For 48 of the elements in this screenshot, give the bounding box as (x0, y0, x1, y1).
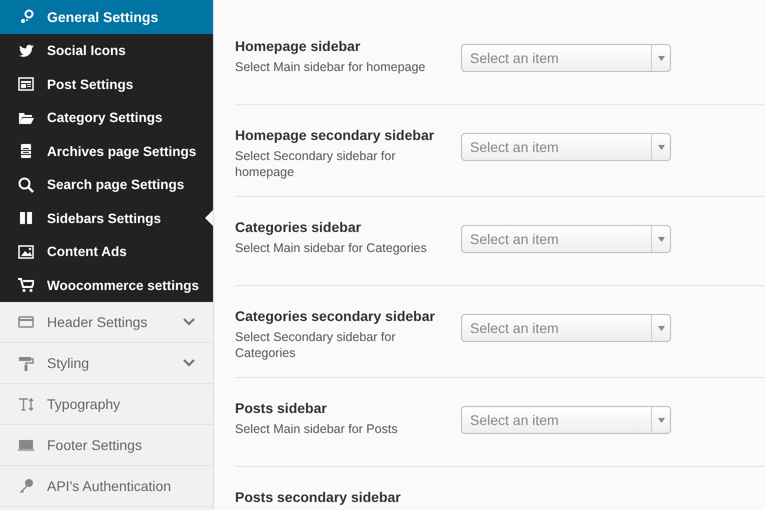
image-icon (18, 244, 34, 260)
menu-item[interactable]: Footer Settings (0, 425, 213, 466)
submenu-item[interactable]: Archives page Settings (0, 134, 213, 168)
setting-description: Select Main sidebar for Categories (235, 240, 428, 256)
select-dropdown[interactable]: Select an item (461, 406, 671, 434)
setting-description: Select Main sidebar for homepage (235, 59, 426, 75)
select-dropdown[interactable]: Select an item (461, 225, 671, 253)
submenu-item[interactable]: Category Settings (0, 101, 213, 134)
chevron-down-icon[interactable] (183, 359, 195, 367)
submenu-item[interactable]: Post Settings (0, 68, 213, 101)
select-dropdown[interactable]: Select an item (461, 314, 671, 342)
menu-item[interactable]: Typography (0, 384, 213, 425)
submenu-item[interactable]: Social Icons (0, 34, 213, 68)
paint-roller-icon (18, 355, 34, 371)
setting-description: Select Secondary sidebar for Categories (235, 329, 397, 361)
dropdown-arrow-icon (658, 236, 664, 242)
chevron-down-icon[interactable] (183, 318, 195, 326)
dropdown-arrow-icon (658, 144, 664, 150)
select-dropdown[interactable]: Select an item (461, 44, 671, 72)
menu-item[interactable]: Styling (0, 343, 213, 384)
setting-title: Posts sidebar (235, 400, 328, 416)
select-dropdown[interactable]: Select an item (461, 133, 671, 161)
columns-icon (18, 210, 34, 226)
menu-item[interactable]: API's Authentication (0, 466, 213, 507)
submenu-item[interactable]: Woocommerce settings (0, 268, 213, 302)
setting-title: Homepage sidebar (235, 38, 362, 54)
submenu-item[interactable]: Sidebars Settings (0, 202, 213, 235)
menu-item[interactable]: General Settings (0, 0, 213, 34)
text-size-icon (18, 396, 34, 412)
setting-description: Select Secondary sidebar for homepage (235, 148, 397, 180)
setting-title: Categories secondary sidebar (235, 308, 436, 324)
menu-item[interactable]: Header Settings (0, 302, 213, 343)
dropdown-arrow-icon (658, 326, 664, 330)
setting-title: Posts secondary sidebar (235, 489, 402, 505)
setting-title: Homepage secondary sidebar (235, 127, 436, 143)
setting-title: Categories sidebar (235, 219, 362, 235)
header-icon (18, 314, 34, 330)
setting-description: Select Main sidebar for Posts (235, 421, 399, 437)
search-icon (18, 176, 34, 193)
dropdown-arrow-icon (658, 56, 664, 60)
key-icon (18, 478, 34, 494)
bird-icon (18, 42, 34, 59)
newspaper-icon (18, 76, 34, 92)
submenu-item[interactable]: Content Ads (0, 235, 213, 268)
submenu-item[interactable]: Search page Settings (0, 168, 213, 202)
dropdown-arrow-icon (658, 418, 664, 422)
cart-icon (18, 277, 34, 294)
cabinet-icon (18, 143, 34, 160)
